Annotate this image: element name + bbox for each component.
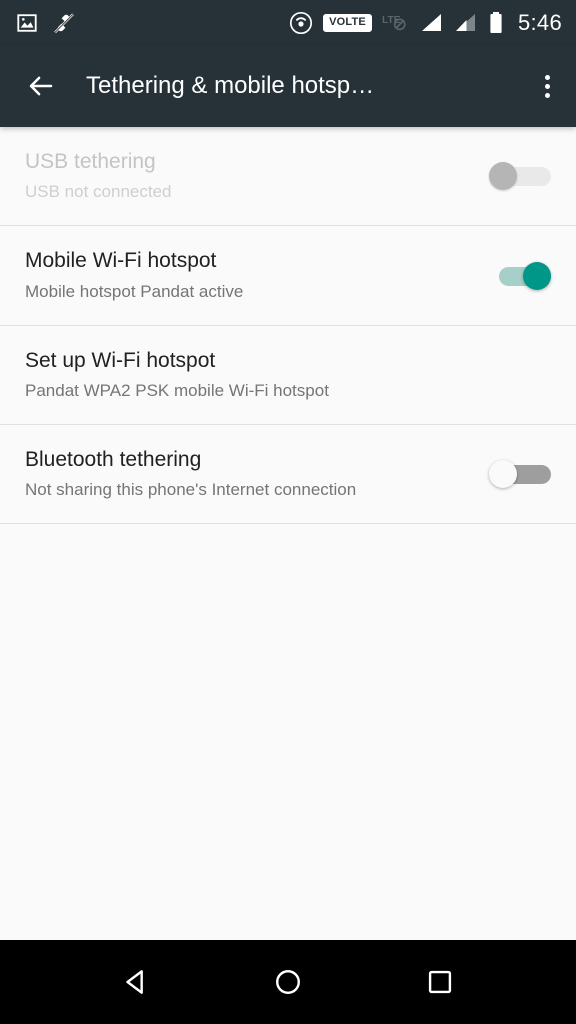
row-text-block: USB tethering USB not connected bbox=[25, 149, 489, 203]
signal-sim1-icon bbox=[420, 12, 444, 34]
setting-row-usb-tethering: USB tethering USB not connected bbox=[0, 127, 576, 227]
row-title: Set up Wi-Fi hotspot bbox=[25, 348, 216, 372]
nav-home-icon[interactable] bbox=[248, 952, 328, 1012]
screenshot-image-icon bbox=[16, 12, 38, 34]
nav-back-icon[interactable] bbox=[96, 952, 176, 1012]
app-bar: Tethering & mobile hotsp… bbox=[0, 45, 576, 127]
vibrate-off-icon bbox=[52, 11, 76, 35]
row-title: Bluetooth tethering bbox=[25, 448, 202, 472]
signal-sim2-icon bbox=[454, 12, 478, 34]
row-title: Mobile Wi-Fi hotspot bbox=[25, 249, 217, 273]
setting-row-mobile-wifi-hotspot[interactable]: Mobile Wi-Fi hotspot Mobile hotspot Pand… bbox=[0, 226, 576, 326]
toggle-thumb bbox=[489, 162, 517, 191]
row-text-block: Set up Wi-Fi hotspot Pandat WPA2 PSK mob… bbox=[25, 348, 551, 402]
lte-disabled-icon: LTE bbox=[382, 12, 410, 34]
toggle-thumb bbox=[489, 460, 517, 489]
toggle-thumb bbox=[523, 261, 551, 290]
battery-icon bbox=[488, 11, 504, 35]
status-bar-clock: 5:46 bbox=[517, 9, 562, 35]
row-text-block: Mobile Wi-Fi hotspot Mobile hotspot Pand… bbox=[25, 248, 489, 302]
row-title: USB tethering bbox=[25, 150, 156, 173]
row-subtitle: Mobile hotspot Pandat active bbox=[25, 281, 244, 301]
overflow-menu-icon[interactable] bbox=[535, 67, 560, 106]
phone-screen: VOLTE LTE 5:46 Tethering & mobile hotsp…… bbox=[0, 0, 576, 1024]
nav-recents-icon[interactable] bbox=[400, 952, 480, 1012]
status-bar-right-icons: VOLTE LTE 5:46 bbox=[289, 10, 562, 36]
volte-badge: VOLTE bbox=[323, 13, 372, 32]
row-subtitle: USB not connected bbox=[25, 182, 172, 202]
row-subtitle: Not sharing this phone's Internet connec… bbox=[25, 480, 357, 500]
status-bar-left-icons bbox=[16, 11, 76, 35]
row-text-block: Bluetooth tethering Not sharing this pho… bbox=[25, 447, 489, 501]
status-bar: VOLTE LTE 5:46 bbox=[0, 0, 576, 45]
mobile-wifi-hotspot-toggle[interactable] bbox=[489, 260, 551, 292]
hotspot-icon bbox=[289, 11, 313, 35]
row-subtitle: Pandat WPA2 PSK mobile Wi-Fi hotspot bbox=[25, 380, 329, 400]
navigation-bar bbox=[0, 940, 576, 1024]
settings-list: USB tethering USB not connected Mobile W… bbox=[0, 127, 576, 940]
usb-tethering-toggle bbox=[489, 160, 551, 192]
back-arrow-icon[interactable] bbox=[26, 71, 56, 101]
setting-row-set-up-wifi-hotspot[interactable]: Set up Wi-Fi hotspot Pandat WPA2 PSK mob… bbox=[0, 325, 576, 426]
bluetooth-tethering-toggle[interactable] bbox=[489, 458, 551, 490]
setting-row-bluetooth-tethering[interactable]: Bluetooth tethering Not sharing this pho… bbox=[0, 425, 576, 525]
page-title: Tethering & mobile hotsp… bbox=[86, 72, 375, 99]
